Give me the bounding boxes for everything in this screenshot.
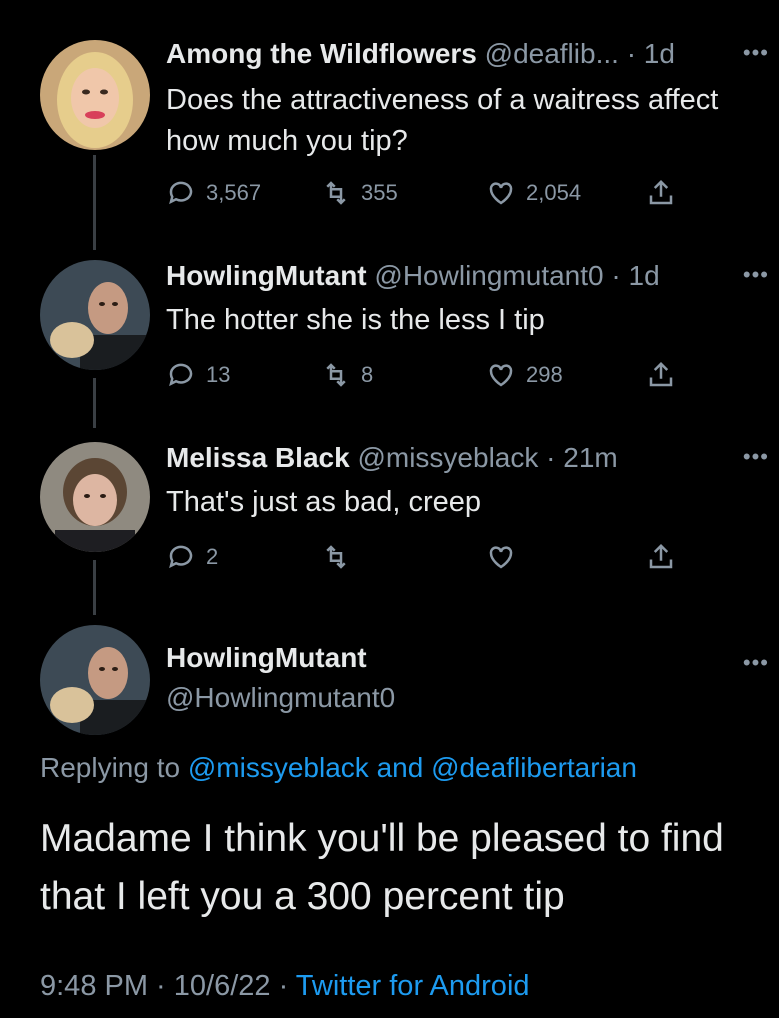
display-name[interactable]: Melissa Black	[166, 442, 350, 473]
timestamp[interactable]: · 21m	[546, 442, 618, 473]
tweet-header: HowlingMutant @Howlingmutant0 · 1d	[166, 260, 660, 292]
reply-icon	[169, 363, 193, 387]
reply-mention-2[interactable]: @deaflibertarian	[431, 752, 637, 783]
retweet-icon	[326, 363, 346, 387]
retweet-count: 355	[361, 180, 398, 205]
action-bar: 3,567 355 2,054	[166, 173, 686, 213]
handle[interactable]: @Howlingmutant0	[166, 682, 395, 713]
tweet-header: Melissa Black @missyeblack · 21m	[166, 442, 618, 474]
tweet-2[interactable]: HowlingMutant @Howlingmutant0 · 1d ••• T…	[0, 250, 779, 420]
replying-prefix: Replying to	[40, 752, 181, 783]
share-button[interactable]	[646, 537, 676, 577]
like-button[interactable]: 2,054	[486, 173, 581, 213]
share-button[interactable]	[646, 355, 676, 395]
tweet-text: That's just as bad, creep	[166, 486, 482, 518]
share-icon	[649, 179, 673, 205]
avatar[interactable]	[40, 40, 150, 150]
main-tweet-text: Madame I think you'll be pleased to find…	[40, 817, 724, 918]
handle[interactable]: @deaflib...	[485, 38, 619, 69]
reply-count: 13	[206, 362, 231, 387]
display-name-row: HowlingMutant	[166, 642, 367, 674]
retweet-icon	[326, 181, 346, 205]
like-icon	[489, 364, 513, 387]
handle-row: @Howlingmutant0	[166, 682, 395, 714]
retweet-button[interactable]: 8	[321, 355, 373, 395]
replying-to: Replying to @missyeblack and @deaflibert…	[40, 752, 637, 784]
like-count: 298	[526, 362, 563, 387]
share-icon	[649, 361, 673, 387]
display-name[interactable]: Among the Wildflowers	[166, 38, 477, 69]
tweet-text: Does the attractiveness of a waitress af…	[166, 84, 719, 157]
reply-button[interactable]: 3,567	[166, 173, 261, 213]
timestamp[interactable]: · 1d	[627, 38, 675, 69]
avatar[interactable]	[40, 260, 150, 370]
display-name[interactable]: HowlingMutant	[166, 260, 367, 291]
more-dots-icon[interactable]: •••	[743, 40, 769, 66]
tweet-footer: 9:48 PM · 10/6/22 · Twitter for Android	[40, 970, 530, 1003]
display-name[interactable]: HowlingMutant	[166, 642, 367, 673]
more-dots-icon[interactable]: •••	[743, 262, 769, 288]
retweet-count: 8	[361, 362, 374, 387]
reply-button[interactable]: 13	[166, 355, 230, 395]
retweet-icon	[326, 545, 346, 569]
like-icon	[489, 182, 513, 205]
reply-icon	[169, 545, 193, 569]
avatar[interactable]	[40, 442, 150, 552]
more-dots-icon[interactable]: •••	[743, 650, 769, 676]
share-icon	[649, 543, 673, 569]
like-button[interactable]	[486, 537, 516, 577]
reply-and: and	[376, 752, 424, 783]
handle[interactable]: @missyeblack	[357, 442, 538, 473]
retweet-button[interactable]: 355	[321, 173, 398, 213]
handle[interactable]: @Howlingmutant0	[374, 260, 603, 291]
like-button[interactable]: 298	[486, 355, 563, 395]
more-dots-icon[interactable]: •••	[743, 444, 769, 470]
tweet-1[interactable]: Among the Wildflowers @deaflib... · 1d •…	[0, 0, 779, 240]
timestamp[interactable]: · 1d	[611, 260, 659, 291]
action-bar: 2	[166, 537, 686, 577]
like-icon	[489, 546, 513, 569]
reply-icon	[169, 181, 193, 205]
tweet-text: The hotter she is the less I tip	[166, 304, 545, 336]
action-bar: 13 8 298	[166, 355, 686, 395]
share-button[interactable]	[646, 173, 676, 213]
post-time[interactable]: 9:48 PM · 10/6/22 ·	[40, 970, 288, 1002]
tweet-3[interactable]: Melissa Black @missyeblack · 21m ••• Tha…	[0, 430, 779, 600]
like-count: 2,054	[526, 180, 582, 205]
reply-count: 3,567	[206, 180, 262, 205]
tweet-header: Among the Wildflowers @deaflib... · 1d	[166, 38, 675, 70]
reply-button[interactable]: 2	[166, 537, 218, 577]
avatar[interactable]	[40, 625, 150, 735]
reply-count: 2	[206, 544, 219, 569]
retweet-button[interactable]	[321, 537, 351, 577]
source-link[interactable]: Twitter for Android	[296, 970, 530, 1002]
reply-mention-1[interactable]: @missyeblack	[188, 752, 369, 783]
